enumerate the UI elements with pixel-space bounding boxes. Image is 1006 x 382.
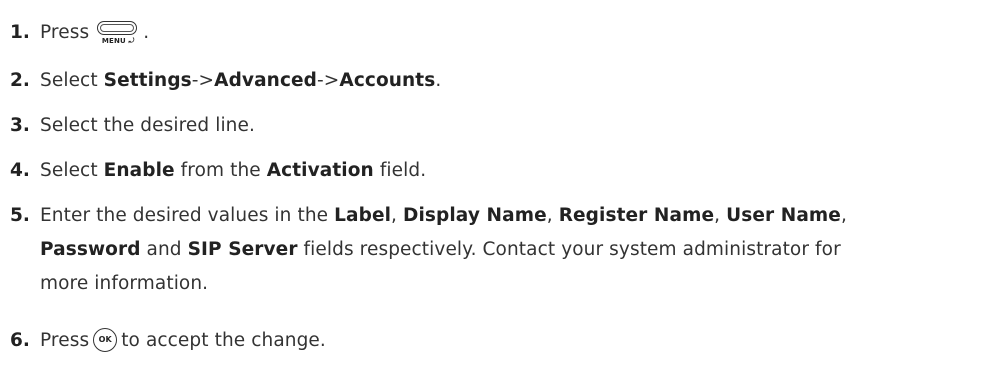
menu-key-label: MENU ⤾ xyxy=(101,37,135,45)
field-register-name: Register Name xyxy=(558,205,715,226)
field-label: Label xyxy=(334,205,392,226)
step-number: 3. xyxy=(10,115,30,136)
field-user-name: User Name xyxy=(726,205,841,226)
step-5-line-2: Password and SIP Server fields respectiv… xyxy=(40,239,841,260)
step-number: 1. xyxy=(10,22,30,43)
menu-path-arrow: -> xyxy=(191,70,215,91)
step-text-post: . xyxy=(435,70,442,91)
menu-path-arrow: -> xyxy=(317,70,340,91)
step-text-post: field. xyxy=(379,160,427,181)
menu-path-advanced: Advanced xyxy=(214,70,318,91)
ok-key-icon: OK xyxy=(93,328,118,352)
field-activation: Activation xyxy=(266,160,374,181)
step-text-mid: from the xyxy=(180,160,261,181)
step-text-pre: Select xyxy=(40,70,98,91)
step-5-line-3: more information. xyxy=(40,273,209,294)
step-text-post: to accept the change. xyxy=(121,330,326,351)
step-text: Select the desired line. xyxy=(40,115,255,136)
step-number: 4. xyxy=(10,160,30,181)
step-5-line-1: Enter the desired values in the Label, D… xyxy=(40,205,847,226)
field-display-name: Display Name xyxy=(403,205,547,226)
step-number: 2. xyxy=(10,70,30,91)
menu-path-accounts: Accounts xyxy=(339,70,436,91)
step-text: Press MENU ⤾. xyxy=(40,20,1006,51)
field-sip-server: SIP Server xyxy=(187,239,298,260)
menu-key-icon: MENU ⤾ xyxy=(95,21,141,51)
menu-path-settings: Settings xyxy=(103,70,192,91)
field-password: Password xyxy=(40,239,141,260)
step-text-post: fields respectively. Contact your system… xyxy=(303,239,841,260)
step-text: Press OK to accept the change. xyxy=(40,328,1006,354)
step-text: Enter the desired values in the Label, D… xyxy=(40,203,1006,297)
step-number: 5. xyxy=(10,205,30,226)
step-text-pre: Select xyxy=(40,160,98,181)
step-number: 6. xyxy=(10,330,30,351)
step-text-post: . xyxy=(143,22,150,43)
step-text-pre: Press xyxy=(40,22,90,43)
ok-key-label: OK xyxy=(98,335,112,344)
step-text-pre: Enter the desired values in the xyxy=(40,205,329,226)
option-enable: Enable xyxy=(103,160,175,181)
step-text: Select Settings->Advanced->Accounts. xyxy=(40,68,1006,94)
step-text: Select Enable from the Activation field. xyxy=(40,158,1006,184)
step-text-pre: Press xyxy=(40,330,90,351)
